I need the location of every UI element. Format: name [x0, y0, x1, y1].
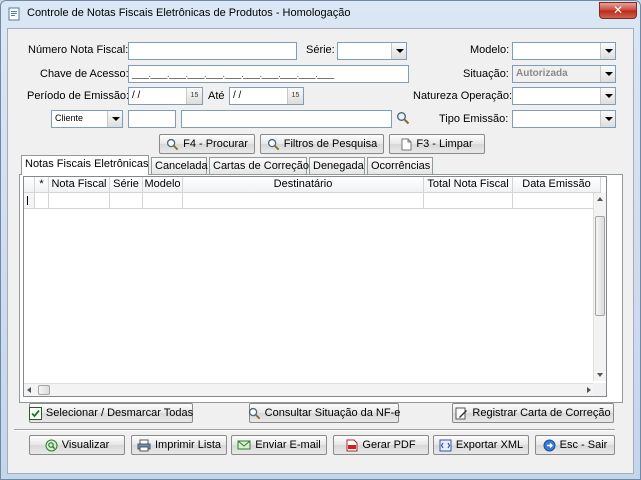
- codigo-input[interactable]: [128, 110, 176, 128]
- tipo-pessoa-select[interactable]: Cliente: [51, 110, 123, 128]
- sair-button[interactable]: Esc - Sair: [535, 435, 615, 455]
- serie-select[interactable]: [337, 42, 407, 60]
- vertical-scrollbar[interactable]: [593, 193, 606, 381]
- tab-notas-fiscais[interactable]: Notas Fiscais Eletrônicas: [21, 155, 149, 175]
- table-row[interactable]: [24, 193, 601, 209]
- exportar-xml-button[interactable]: Exportar XML: [433, 435, 529, 455]
- filtros-pesquisa-button[interactable]: Filtros de Pesquisa: [260, 134, 384, 154]
- close-icon: ✕: [612, 3, 624, 17]
- row-indicator-header: [24, 177, 35, 193]
- consultar-situacao-button[interactable]: Consultar Situação da NF-e: [248, 403, 400, 423]
- numero-input[interactable]: [128, 42, 297, 60]
- tab-cartas-correcao[interactable]: Cartas de Correção: [209, 157, 309, 175]
- search-icon: [167, 138, 179, 150]
- modelo-select[interactable]: [512, 42, 616, 60]
- natureza-select[interactable]: [512, 87, 616, 105]
- periodo-label: Período de Emissão:: [27, 90, 130, 102]
- tipo-emissao-select[interactable]: [512, 110, 616, 128]
- exit-icon: [543, 439, 556, 451]
- selecionar-todas-button[interactable]: Selecionar / Desmarcar Todas: [28, 403, 193, 423]
- checkbox-checked-icon: [28, 406, 42, 420]
- search-icon: [248, 407, 260, 419]
- horizontal-scrollbar[interactable]: [24, 383, 594, 396]
- edit-document-icon: [455, 407, 468, 419]
- tab-ocorrencias[interactable]: Ocorrências: [367, 157, 433, 175]
- printer-icon: [137, 439, 151, 451]
- natureza-label: Natureza Operação:: [413, 90, 513, 102]
- app-icon: [8, 7, 20, 21]
- vertical-scroll-thumb[interactable]: [595, 216, 605, 316]
- tab-denegada[interactable]: Denegada: [309, 157, 365, 175]
- chave-label: Chave de Acesso:: [40, 68, 129, 80]
- column-header[interactable]: Destinatário: [183, 177, 424, 193]
- column-header[interactable]: Data Emissão: [513, 177, 601, 193]
- horizontal-scroll-thumb[interactable]: [38, 385, 50, 395]
- application-window: Controle de Notas Fiscais Eletrônicas de…: [0, 0, 641, 480]
- calendar-icon[interactable]: 15: [186, 88, 202, 104]
- grid-header: * Nota Fiscal Série Modelo Destinatário …: [24, 177, 601, 193]
- scroll-right-icon[interactable]: [587, 387, 591, 393]
- limpar-button[interactable]: F3 - Limpar: [389, 134, 485, 154]
- enviar-email-button[interactable]: Enviar E-mail: [231, 435, 327, 455]
- procurar-button[interactable]: F4 - Procurar: [159, 134, 255, 154]
- scroll-up-icon[interactable]: [597, 197, 603, 201]
- situacao-label: Situação:: [463, 68, 509, 80]
- preview-icon: [45, 439, 58, 451]
- title-bar[interactable]: Controle de Notas Fiscais Eletrônicas de…: [1, 1, 640, 27]
- numero-label: Número Nota Fiscal:: [28, 44, 129, 56]
- search-icon: [267, 138, 279, 150]
- nome-input[interactable]: [181, 110, 392, 128]
- chevron-down-icon[interactable]: [391, 43, 406, 59]
- notas-grid[interactable]: * Nota Fiscal Série Modelo Destinatário …: [23, 176, 607, 397]
- gerar-pdf-button[interactable]: Gerar PDF: [333, 435, 429, 455]
- chevron-down-icon: [600, 66, 615, 82]
- row-indicator: [24, 193, 35, 209]
- tab-cancelada[interactable]: Cancelada: [151, 157, 208, 175]
- modelo-label: Modelo:: [470, 44, 510, 56]
- scroll-corner: [593, 383, 606, 396]
- column-header[interactable]: *: [35, 177, 49, 193]
- scroll-down-icon[interactable]: [597, 373, 603, 377]
- search-icon[interactable]: [396, 111, 410, 125]
- visualizar-button[interactable]: Visualizar: [29, 435, 125, 455]
- pdf-icon: [346, 439, 358, 451]
- imprimir-lista-button[interactable]: Imprimir Lista: [131, 435, 227, 455]
- periodo-fim-input[interactable]: / / 15: [229, 87, 304, 105]
- column-header[interactable]: Série: [110, 177, 143, 193]
- column-header[interactable]: Modelo: [143, 177, 183, 193]
- blank-page-icon: [401, 138, 412, 150]
- serie-label: Série:: [306, 44, 335, 56]
- column-header[interactable]: Nota Fiscal: [49, 177, 110, 193]
- chevron-down-icon[interactable]: [107, 111, 122, 127]
- chave-acesso-input[interactable]: ____.____.____.____.____.____.____.____.…: [128, 65, 409, 83]
- tipo-emissao-label: Tipo Emissão:: [439, 113, 509, 125]
- chevron-down-icon[interactable]: [600, 88, 615, 104]
- email-icon: [237, 440, 251, 450]
- ate-label: Até: [208, 90, 225, 102]
- chevron-down-icon[interactable]: [600, 111, 615, 127]
- chevron-down-icon[interactable]: [600, 43, 615, 59]
- situacao-select: Autorizada: [512, 65, 616, 83]
- periodo-inicio-input[interactable]: / / 15: [128, 87, 203, 105]
- divider: [14, 429, 615, 431]
- window-title: Controle de Notas Fiscais Eletrônicas de…: [27, 7, 351, 19]
- calendar-icon[interactable]: 15: [287, 88, 303, 104]
- registrar-carta-button[interactable]: Registrar Carta de Correção: [452, 403, 614, 423]
- close-button[interactable]: ✕: [599, 2, 637, 19]
- column-header[interactable]: Total Nota Fiscal: [424, 177, 513, 193]
- xml-export-icon: [439, 439, 452, 451]
- scroll-left-icon[interactable]: [27, 387, 31, 393]
- tab-strip: Notas Fiscais Eletrônicas Cancelada Cart…: [21, 155, 621, 175]
- form-area: Número Nota Fiscal: Série: Modelo: Chave…: [7, 28, 634, 474]
